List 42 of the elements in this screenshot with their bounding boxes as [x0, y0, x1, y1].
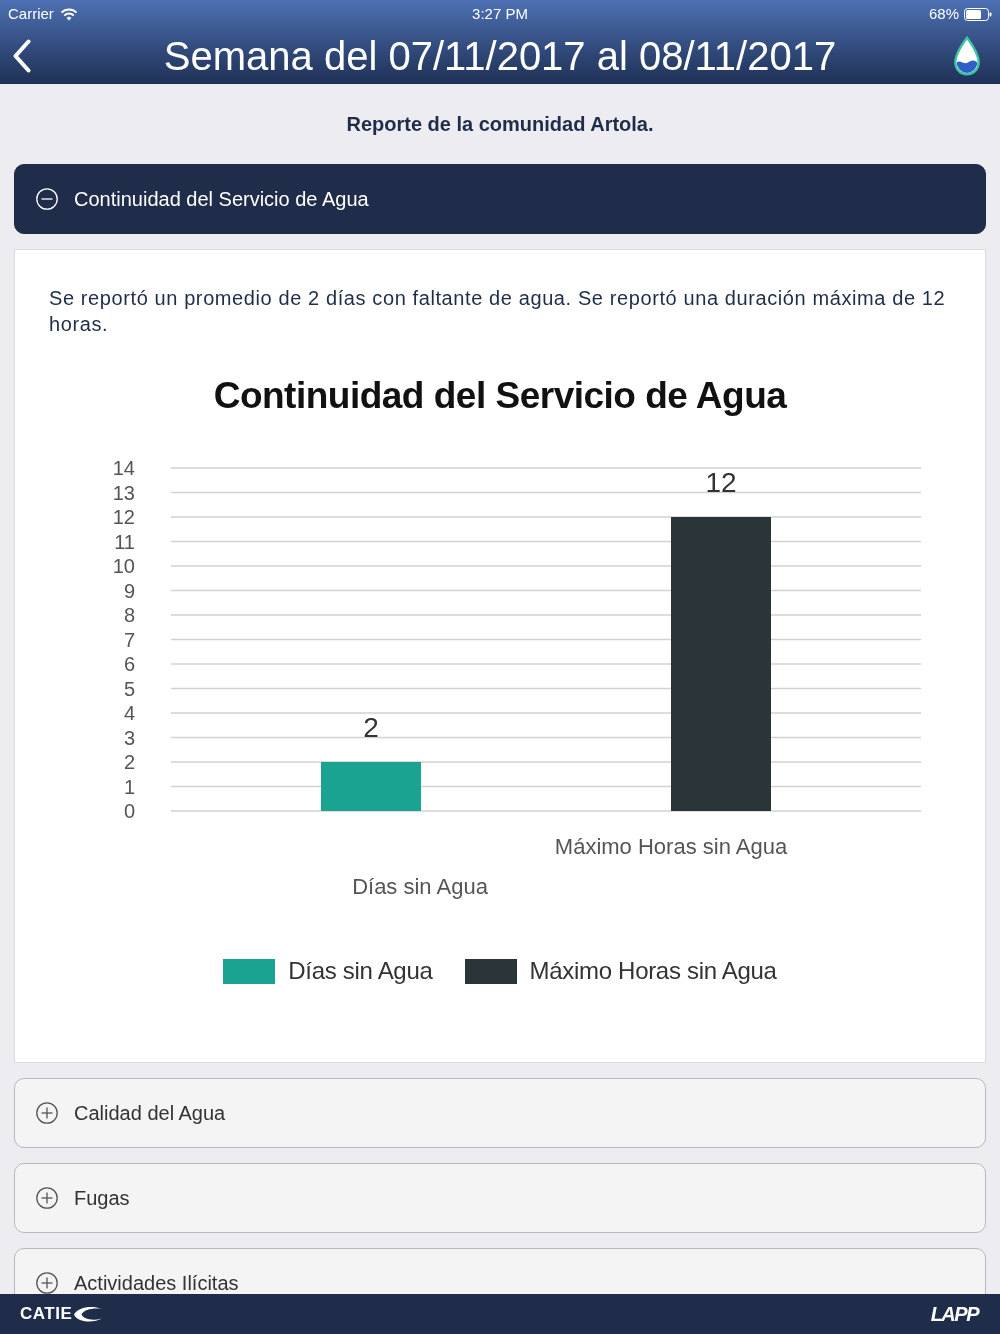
section-header[interactable]: Fugas — [14, 1163, 986, 1233]
expand-icon — [36, 1187, 58, 1209]
chevron-left-icon — [12, 39, 32, 73]
footer-logo-text: LAPP — [930, 1303, 978, 1325]
x-axis-label: Días sin Agua — [352, 874, 488, 899]
y-axis-tick-label: 8 — [123, 604, 135, 626]
report-subtitle: Reporte de la comunidad Artola. — [346, 112, 654, 137]
y-axis-tick-label: 0 — [123, 800, 135, 822]
expand-icon — [36, 1272, 58, 1294]
y-axis-tick-label: 4 — [123, 702, 135, 724]
y-axis-tick-label: 11 — [114, 530, 135, 553]
y-axis-tick-label: 3 — [123, 726, 135, 749]
expand-icon — [36, 1102, 58, 1124]
y-axis-tick-label: 10 — [112, 555, 135, 577]
y-axis-tick-label: 7 — [123, 628, 135, 651]
nav-title: Semana del 07/11/2017 al 08/11/2017 — [163, 33, 837, 80]
y-axis-tick-label: 5 — [123, 677, 135, 700]
wifi-icon — [59, 7, 78, 21]
collapse-icon — [36, 188, 58, 210]
battery-percentage: 68% — [928, 3, 959, 24]
chart-title: Continuidad del Servicio de Agua — [213, 374, 787, 418]
carrier-name: Carrier — [8, 3, 54, 24]
footer-logo-text: CATIE — [20, 1304, 73, 1324]
section-header[interactable]: Continuidad del Servicio de Agua — [14, 164, 986, 234]
x-axis-label: Máximo Horas sin Agua — [554, 834, 788, 859]
y-axis-tick-label: 9 — [123, 579, 135, 602]
legend-label: Máximo Horas sin Agua — [529, 956, 777, 986]
summary-text: Se reportó un promedio de 2 días con faltante de agua. Se reportó una duración máxima de 12 horas. — [48, 286, 947, 337]
y-axis-tick-label: 12 — [112, 506, 135, 528]
y-axis-tick-label: 14 — [112, 457, 135, 479]
legend-label: Días sin Agua — [288, 956, 433, 986]
section-header[interactable]: Calidad del Agua — [14, 1078, 986, 1148]
y-axis-tick-label: 1 — [123, 775, 135, 798]
y-axis-tick-label: 2 — [123, 751, 135, 773]
battery-icon — [964, 7, 992, 21]
y-axis-tick-label: 13 — [112, 481, 135, 504]
status-time: 3:27 PM — [472, 3, 528, 24]
section-header[interactable]: Actividades Ilícitas — [14, 1248, 986, 1294]
bar-value-label: 2 — [363, 712, 379, 743]
water-drop-icon — [952, 36, 982, 76]
y-axis-tick-label: 6 — [123, 653, 135, 675]
bar-value-label: 12 — [705, 467, 737, 498]
